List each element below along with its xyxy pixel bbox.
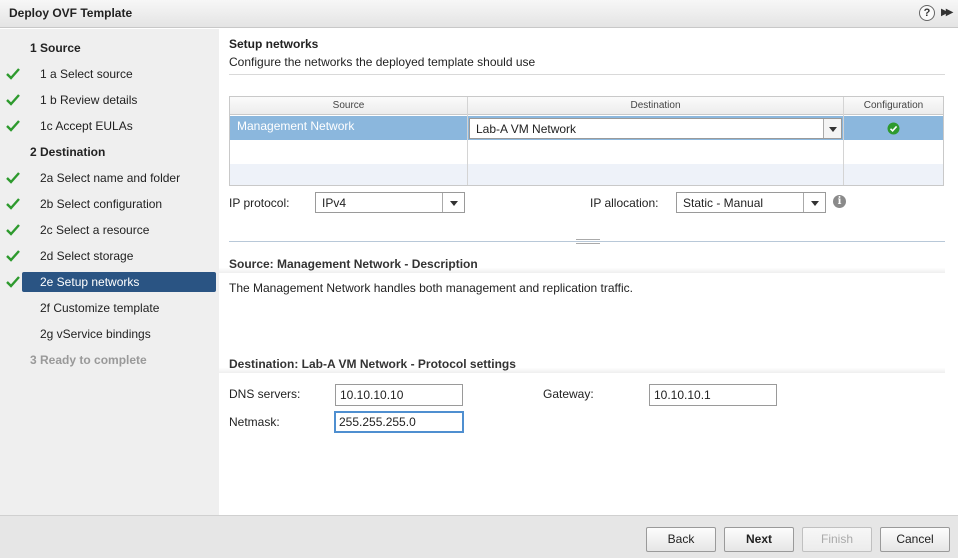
source-description-title: Source: Management Network - Description	[219, 255, 945, 273]
wizard-step-label: 1c Accept EULAs	[40, 119, 133, 133]
main-panel: Setup networks Configure the networks th…	[219, 29, 958, 515]
wizard-steps-sidebar: 1 Source 1 a Select source 1 b Review deta…	[0, 29, 219, 515]
gateway-input[interactable]: 10.10.10.1	[649, 384, 777, 406]
wizard-step[interactable]: 2g vService bindings	[22, 324, 216, 344]
wizard-step-label: 2c Select a resource	[40, 223, 150, 237]
next-button[interactable]: Next	[724, 527, 794, 552]
ip-protocol-label: IP protocol:	[229, 196, 290, 210]
wizard-step-label: 3 Ready to complete	[30, 353, 147, 367]
back-button[interactable]: Back	[646, 527, 716, 552]
network-mapping-grid: Source Destination Configuration Managem…	[229, 96, 944, 186]
chevron-down-icon[interactable]	[442, 193, 464, 212]
page-title: Setup networks	[229, 37, 319, 51]
table-row[interactable]: Management Network Lab-A VM Network	[230, 116, 943, 140]
wizard-step[interactable]: 2e Setup networks	[22, 272, 216, 292]
check-icon	[6, 94, 20, 106]
check-icon	[6, 250, 20, 262]
dialog-title: Deploy OVF Template	[9, 6, 133, 20]
table-row	[230, 140, 943, 164]
ip-protocol-select[interactable]: IPv4	[315, 192, 465, 213]
check-icon	[6, 68, 20, 80]
destination-network-value: Lab-A VM Network	[476, 122, 577, 136]
wizard-step-label: 2b Select configuration	[40, 197, 163, 211]
ip-allocation-select[interactable]: Static - Manual	[676, 192, 826, 213]
gateway-label: Gateway:	[543, 387, 594, 401]
check-icon	[6, 120, 20, 132]
check-icon	[6, 172, 20, 184]
column-header-destination[interactable]: Destination	[468, 97, 843, 115]
grid-header: Source Destination Configuration	[230, 97, 943, 115]
finish-button[interactable]: Finish	[802, 527, 872, 552]
protocol-settings-title: Destination: Lab-A VM Network - Protocol…	[219, 355, 945, 373]
column-separator	[467, 97, 468, 185]
column-header-configuration[interactable]: Configuration	[844, 97, 943, 115]
wizard-step-label: 1 b Review details	[40, 93, 138, 107]
expand-icon[interactable]: ▶▶	[941, 5, 955, 21]
source-description-text: The Management Network handles both mana…	[229, 281, 634, 295]
ok-check-icon	[887, 122, 900, 135]
chevron-down-icon[interactable]	[803, 193, 825, 212]
help-icon[interactable]: ?	[919, 5, 935, 21]
table-row	[230, 164, 943, 185]
wizard-step-label: 2f Customize template	[40, 301, 160, 315]
wizard-step[interactable]: 2d Select storage	[22, 246, 216, 266]
wizard-step-label: 2a Select name and folder	[40, 171, 181, 185]
ip-protocol-value: IPv4	[322, 196, 347, 210]
wizard-step-label: 2g vService bindings	[40, 327, 151, 341]
wizard-step[interactable]: 2f Customize template	[22, 298, 216, 318]
check-icon	[6, 198, 20, 210]
wizard-step-label: 1 Source	[30, 41, 81, 55]
ip-allocation-value: Static - Manual	[683, 196, 764, 210]
cancel-button[interactable]: Cancel	[880, 527, 950, 552]
wizard-step[interactable]: 2a Select name and folder	[22, 168, 216, 188]
wizard-step[interactable]: 2b Select configuration	[22, 194, 216, 214]
page-subtitle: Configure the networks the deployed temp…	[229, 55, 536, 69]
chevron-down-icon[interactable]	[823, 119, 841, 138]
splitter-grip-icon[interactable]	[576, 239, 600, 244]
wizard-step-label: 2d Select storage	[40, 249, 134, 263]
wizard-step-label: 1 a Select source	[40, 67, 133, 81]
source-network-cell: Management Network	[237, 119, 355, 133]
netmask-input[interactable]: 255.255.255.0	[334, 411, 464, 433]
wizard-step[interactable]: 1 Source	[30, 38, 224, 58]
wizard-step: 3 Ready to complete	[30, 350, 224, 370]
wizard-step[interactable]: 1 b Review details	[22, 90, 216, 110]
divider	[229, 74, 945, 75]
column-header-source[interactable]: Source	[230, 97, 467, 115]
wizard-step[interactable]: 2c Select a resource	[22, 220, 216, 240]
wizard-step[interactable]: 1 a Select source	[22, 64, 216, 84]
wizard-step[interactable]: 2 Destination	[30, 142, 224, 162]
dialog-titlebar: Deploy OVF Template ? ▶▶	[0, 0, 958, 28]
netmask-label: Netmask:	[229, 415, 280, 429]
wizard-step-label: 2e Setup networks	[40, 275, 140, 289]
wizard-step-label: 2 Destination	[30, 145, 106, 159]
info-icon[interactable]: i	[833, 195, 846, 208]
dns-servers-label: DNS servers:	[229, 387, 301, 401]
check-icon	[6, 276, 20, 288]
ip-allocation-label: IP allocation:	[590, 196, 659, 210]
wizard-step[interactable]: 1c Accept EULAs	[22, 116, 216, 136]
wizard-footer: Back Next Finish Cancel	[0, 515, 958, 558]
dns-servers-input[interactable]: 10.10.10.10	[335, 384, 463, 406]
destination-network-select[interactable]: Lab-A VM Network	[469, 118, 842, 139]
column-separator	[843, 97, 844, 185]
check-icon	[6, 224, 20, 236]
